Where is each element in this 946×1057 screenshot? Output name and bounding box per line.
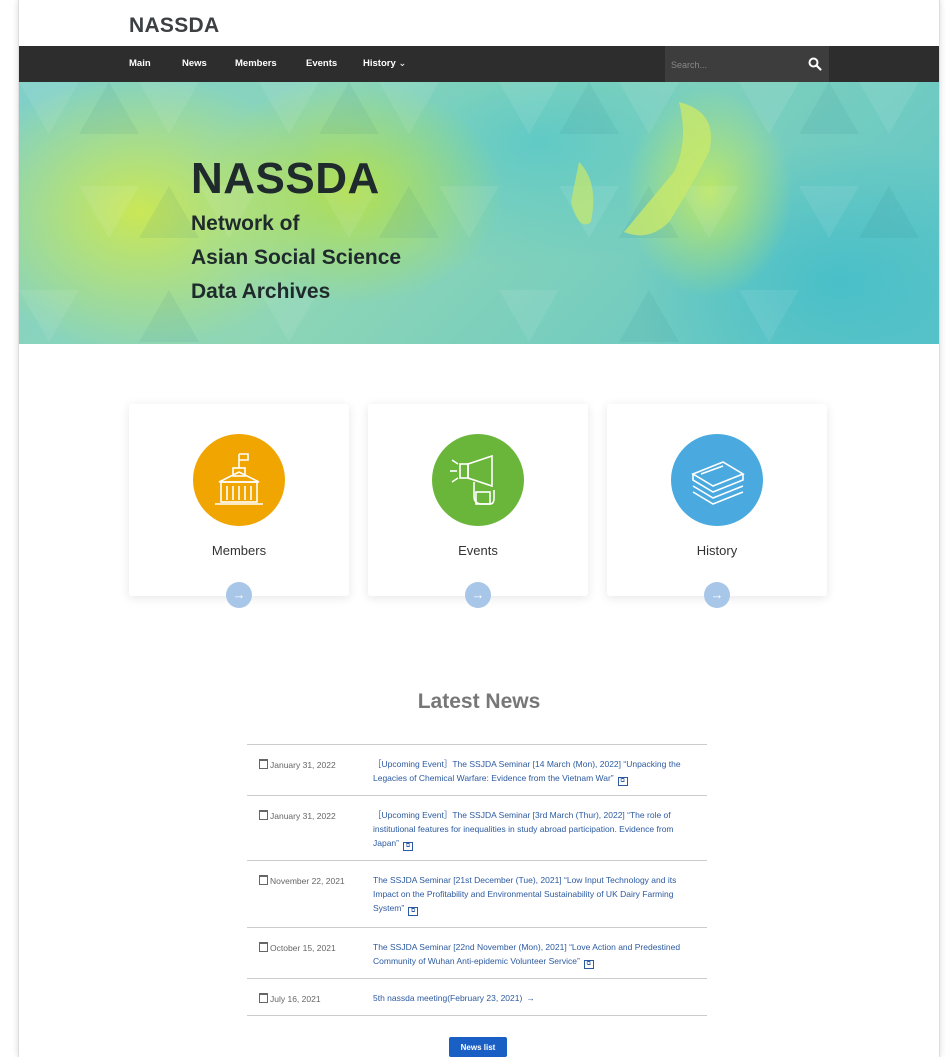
- external-link-icon: ⧉: [583, 960, 594, 969]
- hero-subtitle-line-1: Network of: [191, 212, 300, 235]
- news-link[interactable]: The SSJDA Seminar [22nd November (Mon), …: [373, 928, 707, 979]
- hero-subtitle-line-3: Data Archives: [191, 280, 331, 303]
- hero-subtitle-line-2: Asian Social Science: [191, 246, 402, 269]
- nav-main[interactable]: Main: [129, 58, 151, 69]
- news-date: July 16, 2021: [259, 993, 321, 1004]
- news-list: January 31, 2022 ［Upcoming Event］The SSJ…: [247, 744, 707, 1016]
- news-row: October 15, 2021 The SSJDA Seminar [22nd…: [247, 928, 707, 979]
- news-date: October 15, 2021: [259, 942, 336, 953]
- calendar-icon: [259, 875, 268, 885]
- news-link[interactable]: 5th nassda meeting(February 23, 2021) →: [373, 979, 707, 1015]
- news-date: January 31, 2022: [259, 810, 336, 821]
- map-pattern: [19, 82, 919, 342]
- events-card-label: Events: [458, 543, 498, 558]
- news-link[interactable]: ［Upcoming Event］The SSJDA Seminar [14 Ma…: [373, 745, 707, 796]
- news-link[interactable]: ［Upcoming Event］The SSJDA Seminar [3rd M…: [373, 796, 707, 861]
- members-card-label: Members: [211, 543, 267, 558]
- news-date: January 31, 2022: [259, 759, 336, 770]
- site-brand[interactable]: NASSDA: [129, 14, 219, 38]
- hero-title: NASSDA: [191, 154, 380, 203]
- hero-banner: NASSDA Network of Asian Social Science D…: [19, 82, 939, 344]
- nav-news[interactable]: News: [182, 58, 207, 69]
- news-date: November 22, 2021: [259, 875, 345, 886]
- calendar-icon: [259, 993, 268, 1003]
- nav-history-label: History: [363, 58, 396, 69]
- events-circle: [432, 434, 524, 526]
- page-frame: NASSDA Main News Members Events History …: [18, 0, 940, 1057]
- nav-events[interactable]: Events: [306, 58, 337, 69]
- chevron-down-icon: ⌄: [398, 58, 407, 69]
- members-arrow-icon[interactable]: →: [226, 582, 252, 608]
- search-box: [665, 46, 829, 84]
- news-row: January 31, 2022 ［Upcoming Event］The SSJ…: [247, 796, 707, 861]
- news-row: November 22, 2021 The SSJDA Seminar [21s…: [247, 861, 707, 928]
- calendar-icon: [259, 942, 268, 952]
- history-card[interactable]: History: [607, 404, 827, 596]
- building-icon: [215, 453, 263, 505]
- news-row: January 31, 2022 ［Upcoming Event］The SSJ…: [247, 745, 707, 796]
- books-icon: [691, 461, 745, 505]
- nav-members[interactable]: Members: [235, 58, 277, 69]
- megaphone-icon: [450, 454, 495, 505]
- history-arrow-icon[interactable]: →: [704, 582, 730, 608]
- calendar-icon: [259, 810, 268, 820]
- external-link-icon: ⧉: [617, 777, 628, 786]
- news-row: July 16, 2021 5th nassda meeting(Februar…: [247, 979, 707, 1016]
- news-link[interactable]: The SSJDA Seminar [21st December (Tue), …: [373, 861, 707, 926]
- external-link-icon: ⧉: [403, 842, 413, 851]
- history-card-label: History: [696, 543, 738, 558]
- search-icon[interactable]: [807, 56, 823, 72]
- search-input[interactable]: [665, 46, 803, 84]
- members-card[interactable]: Members: [129, 404, 349, 596]
- external-link-icon: ⧉: [408, 907, 419, 916]
- history-circle: [671, 434, 763, 526]
- events-card[interactable]: Events: [368, 404, 588, 596]
- arrow-right-icon: →: [526, 993, 535, 1003]
- calendar-icon: [259, 759, 268, 769]
- events-arrow-icon[interactable]: →: [465, 582, 491, 608]
- nav-history[interactable]: History ⌄: [363, 58, 406, 69]
- latest-news-heading: Latest News: [417, 690, 541, 713]
- main-navbar: Main News Members Events History ⌄: [19, 46, 939, 84]
- news-list-button[interactable]: News list: [449, 1037, 507, 1057]
- members-circle: [193, 434, 285, 526]
